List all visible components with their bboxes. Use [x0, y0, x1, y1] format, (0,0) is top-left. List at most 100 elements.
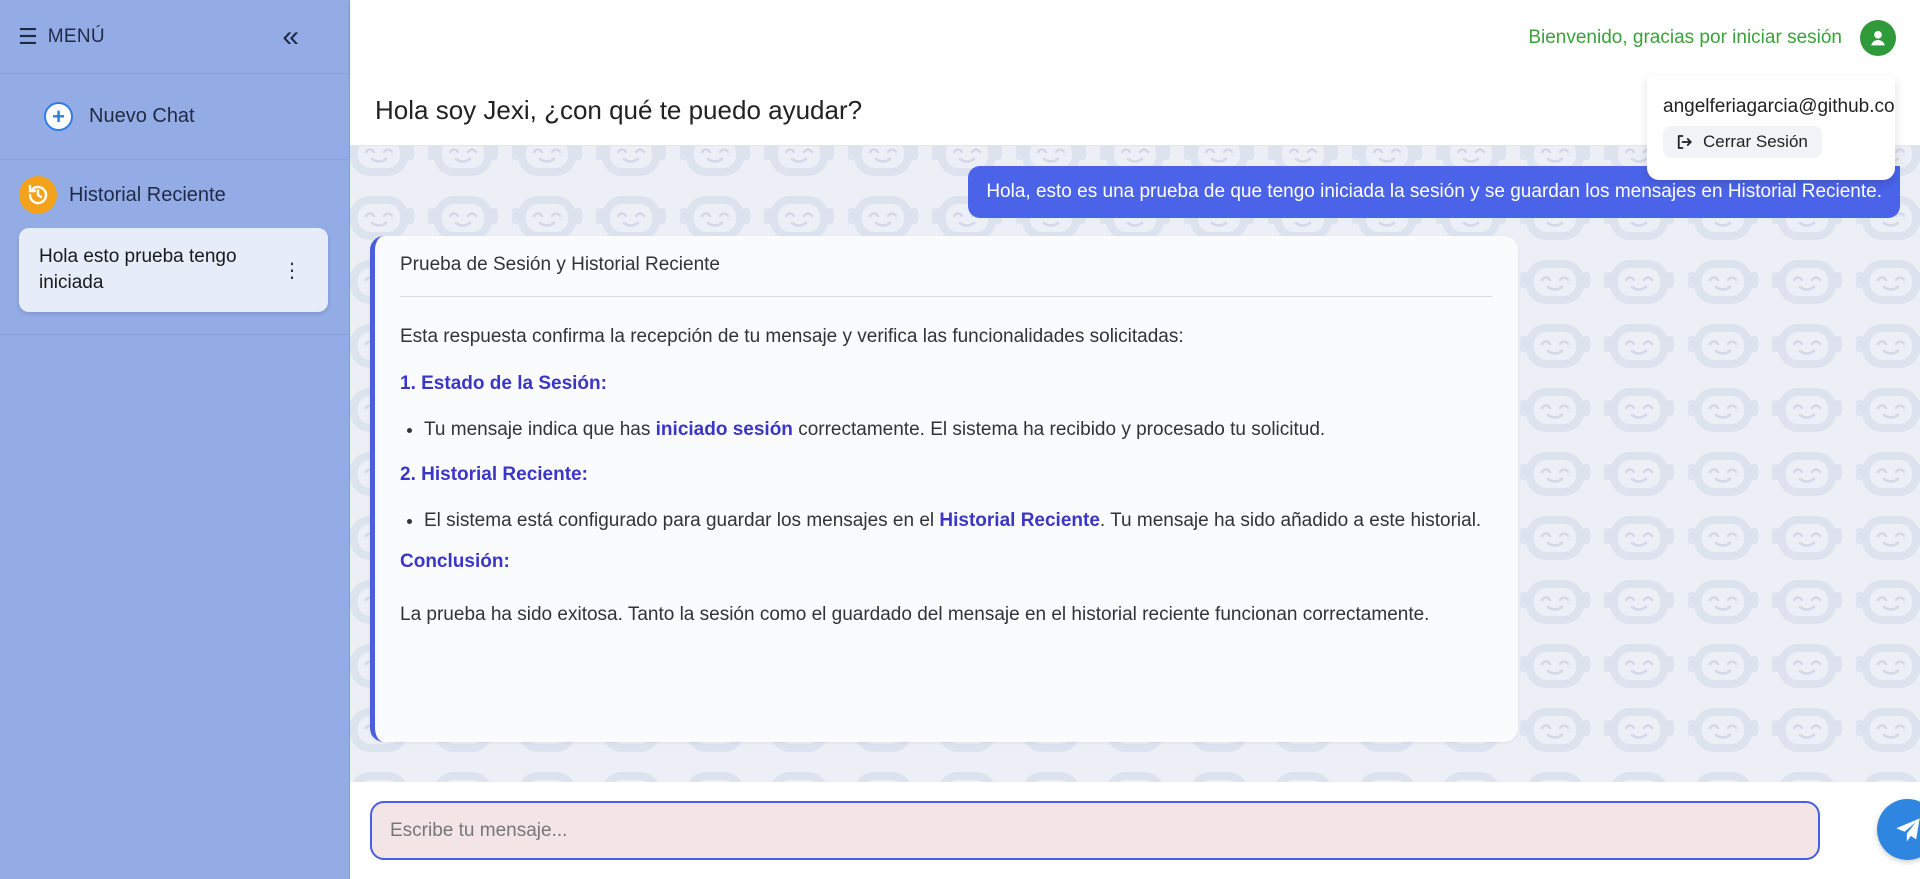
robot-face-icon: [1856, 708, 1920, 752]
user-dropdown: angelferiagarcia@github.com Cerrar Sesió…: [1647, 76, 1895, 180]
section2-heading: 2. Historial Reciente:: [400, 464, 588, 485]
robot-face-icon: [1604, 644, 1674, 688]
chat-area[interactable]: Hola, esto es una prueba de que tengo in…: [350, 146, 1920, 782]
section2-item-pre: El sistema está configurado para guardar…: [424, 510, 940, 531]
history-header: Historial Reciente: [19, 176, 329, 214]
input-bar: [350, 782, 1920, 879]
robot-face-icon: [1772, 388, 1842, 432]
robot-face-icon: [1772, 260, 1842, 304]
robot-face-icon: [1520, 708, 1590, 752]
robot-face-icon: [1772, 708, 1842, 752]
robot-face-icon: [1688, 260, 1758, 304]
menu-header: ☰ MENÚ «: [0, 0, 349, 74]
robot-face-icon: [1856, 516, 1920, 560]
robot-face-icon: [604, 772, 658, 782]
robot-face-icon: [772, 772, 826, 782]
robot-face-icon: [1604, 260, 1674, 304]
message-input[interactable]: [370, 801, 1820, 860]
history-icon: [19, 176, 57, 214]
robot-face-icon: [1688, 516, 1758, 560]
top-bar: Bienvenido, gracias por iniciar sesión: [350, 0, 1920, 76]
robot-face-icon: [520, 772, 574, 782]
robot-face-icon: [1612, 772, 1666, 782]
robot-face-icon: [1604, 324, 1674, 368]
robot-face-icon: [1688, 452, 1758, 496]
robot-face-icon: [1772, 324, 1842, 368]
robot-face-icon: [1108, 772, 1162, 782]
robot-face-icon: [856, 772, 910, 782]
history-item-label: Hola esto prueba tengo iniciada: [39, 246, 237, 293]
robot-face-icon: [1520, 516, 1590, 560]
history-title: Historial Reciente: [69, 183, 226, 206]
robot-face-icon: [1528, 772, 1582, 782]
chat-title: Hola soy Jexi, ¿con qué te puedo ayudar?: [375, 95, 863, 125]
history-item[interactable]: Hola esto prueba tengo iniciada ⋮: [19, 228, 328, 312]
robot-face-icon: [1520, 260, 1590, 304]
menu-toggle[interactable]: ☰ MENÚ: [18, 25, 105, 48]
robot-face-icon: [1360, 772, 1414, 782]
logout-icon: [1677, 135, 1692, 149]
robot-face-icon: [1772, 516, 1842, 560]
robot-face-icon: [688, 772, 742, 782]
robot-face-icon: [1856, 644, 1920, 688]
plus-circle-icon: +: [44, 102, 73, 131]
section1-item-bold: iniciado sesión: [655, 419, 793, 440]
collapse-sidebar-icon[interactable]: «: [282, 21, 299, 52]
user-email: angelferiagarcia@github.com: [1663, 96, 1895, 117]
robot-face-icon: [1192, 772, 1246, 782]
robot-face-icon: [1276, 772, 1330, 782]
section2-item-bold: Historial Reciente: [939, 510, 1100, 531]
robot-face-icon: [428, 146, 498, 176]
user-icon[interactable]: [1860, 20, 1896, 56]
conclusion-heading: Conclusión:: [400, 551, 510, 572]
robot-face-icon: [1688, 580, 1758, 624]
new-chat-label: Nuevo Chat: [89, 105, 195, 127]
robot-face-icon: [1688, 644, 1758, 688]
logout-button[interactable]: Cerrar Sesión: [1663, 126, 1822, 158]
robot-face-icon: [1780, 772, 1834, 782]
robot-face-icon: [1696, 772, 1750, 782]
robot-face-icon: [1856, 324, 1920, 368]
robot-face-icon: [680, 146, 750, 176]
kebab-icon[interactable]: ⋮: [276, 258, 308, 283]
section1-list: Tu mensaje indica que has iniciado sesió…: [424, 410, 1493, 449]
robot-face-icon: [1604, 516, 1674, 560]
robot-face-icon: [350, 146, 414, 176]
robot-face-icon: [1520, 324, 1590, 368]
sidebar: ☰ MENÚ « + Nuevo Chat Historial Reciente: [0, 0, 350, 879]
new-chat-button[interactable]: + Nuevo Chat: [0, 74, 349, 160]
robot-face-icon: [1604, 388, 1674, 432]
robot-face-icon: [1772, 452, 1842, 496]
robot-face-icon: [940, 772, 994, 782]
robot-face-icon: [1604, 452, 1674, 496]
robot-face-icon: [1688, 324, 1758, 368]
robot-face-icon: [1520, 580, 1590, 624]
robot-face-icon: [1444, 772, 1498, 782]
robot-face-icon: [352, 772, 406, 782]
section1-item-pre: Tu mensaje indica que has: [424, 419, 656, 440]
bot-response-card: Prueba de Sesión y Historial Reciente Es…: [370, 236, 1518, 742]
robot-face-icon: [848, 146, 918, 176]
hamburger-icon[interactable]: ☰: [18, 25, 38, 48]
robot-face-icon: [1856, 388, 1920, 432]
menu-label: MENÚ: [47, 25, 105, 47]
robot-face-icon: [1864, 772, 1918, 782]
response-title: Prueba de Sesión y Historial Reciente: [400, 254, 1493, 297]
robot-face-icon: [1688, 708, 1758, 752]
send-button[interactable]: [1877, 799, 1920, 860]
robot-face-icon: [1856, 580, 1920, 624]
robot-face-icon: [1856, 260, 1920, 304]
response-intro: Esta respuesta confirma la recepción de …: [400, 326, 1184, 347]
logout-label: Cerrar Sesión: [1703, 132, 1808, 151]
robot-face-icon: [1520, 644, 1590, 688]
conclusion-text: La prueba ha sido exitosa. Tanto la sesi…: [400, 604, 1430, 625]
section1-item-post: correctamente. El sistema ha recibido y …: [792, 419, 1326, 440]
section1-heading: 1. Estado de la Sesión:: [400, 373, 607, 394]
robot-face-icon: [512, 146, 582, 176]
robot-face-icon: [1688, 388, 1758, 432]
robot-face-icon: [1520, 452, 1590, 496]
robot-face-icon: [1520, 388, 1590, 432]
section1-item: Tu mensaje indica que has iniciado sesió…: [424, 410, 1493, 449]
robot-face-icon: [1772, 644, 1842, 688]
robot-face-icon: [1856, 452, 1920, 496]
